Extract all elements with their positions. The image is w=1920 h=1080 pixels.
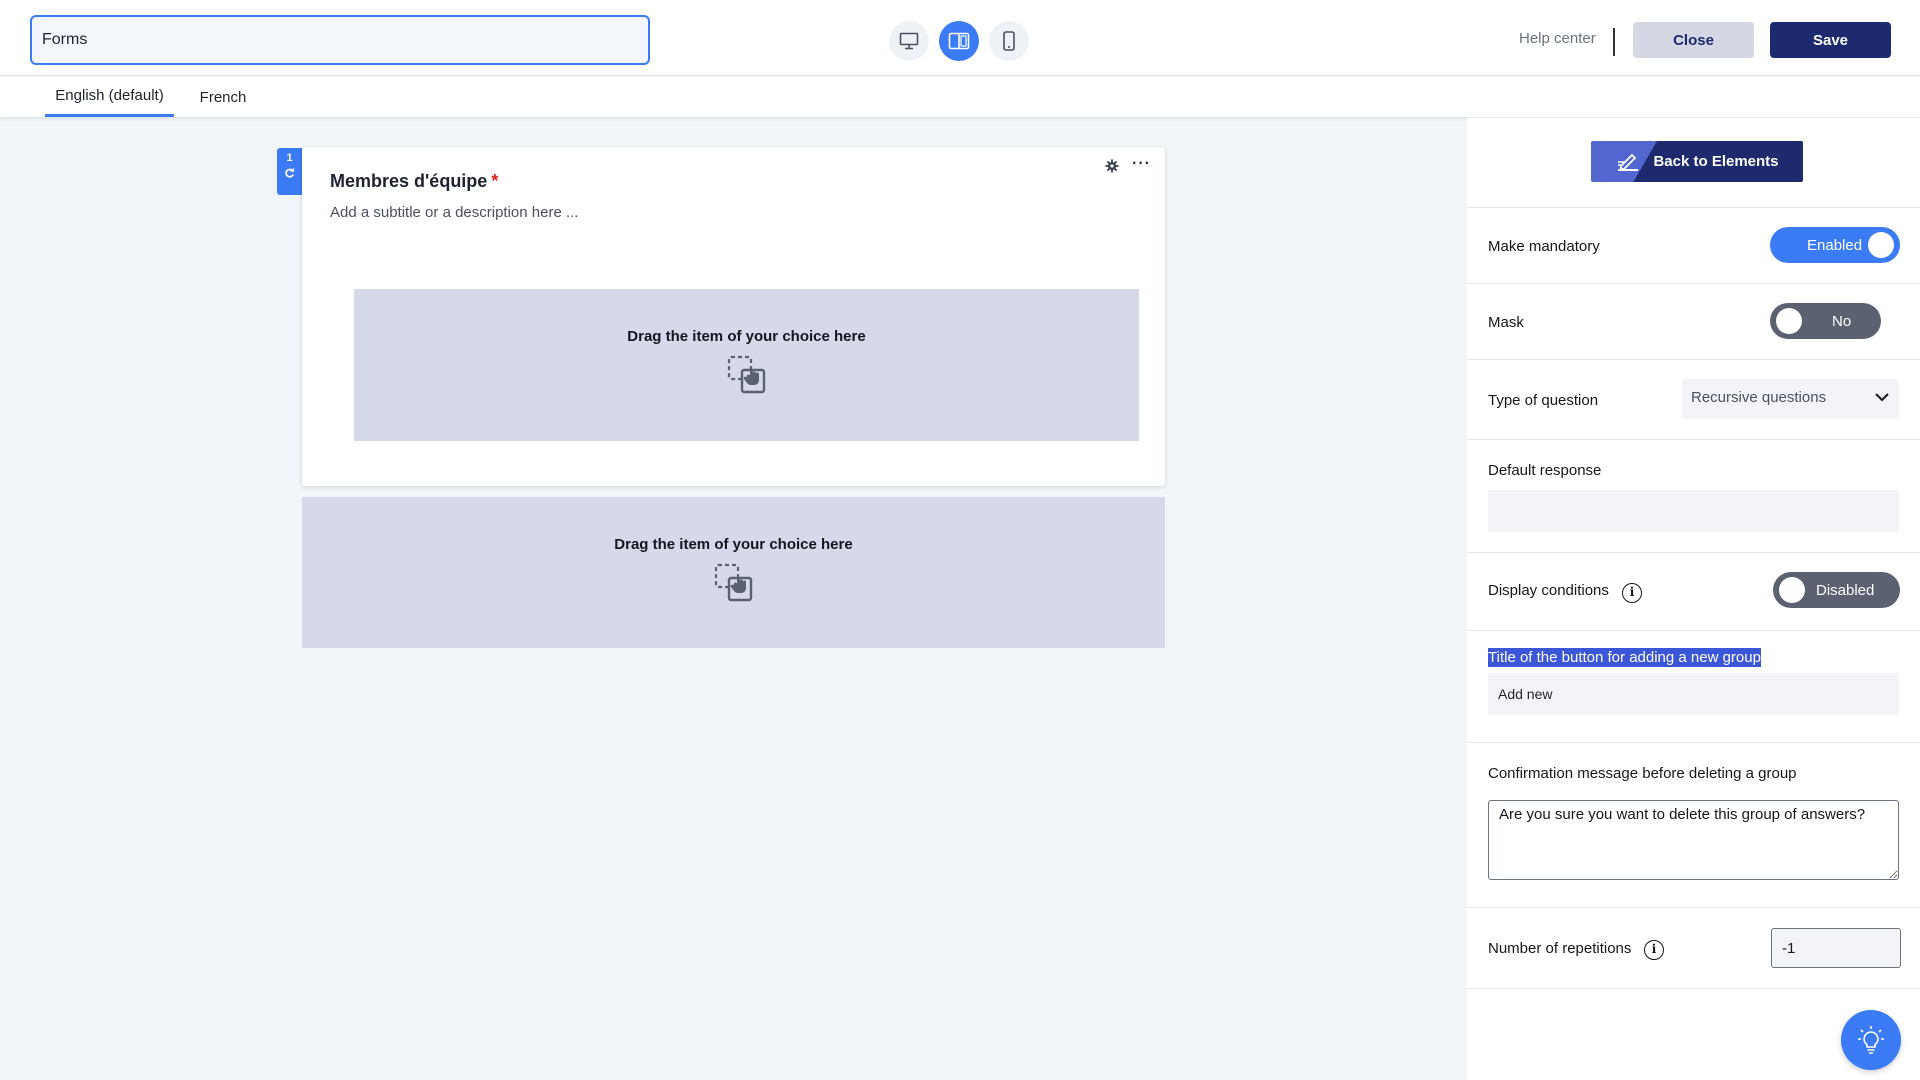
split-view-icon bbox=[948, 32, 970, 50]
toggle-knob bbox=[1868, 232, 1894, 258]
display-conditions-toggle[interactable]: Disabled bbox=[1773, 572, 1900, 608]
add-group-button-label: Title of the button for adding a new gro… bbox=[1488, 648, 1761, 667]
divider bbox=[1467, 988, 1920, 989]
make-mandatory-toggle[interactable]: Enabled bbox=[1770, 227, 1900, 263]
tips-button[interactable] bbox=[1841, 1010, 1901, 1070]
lightbulb-icon bbox=[1858, 1026, 1884, 1054]
split-view-button[interactable] bbox=[939, 21, 979, 61]
default-response-input[interactable] bbox=[1488, 490, 1899, 532]
type-of-question-select[interactable]: Recursive questions bbox=[1682, 379, 1899, 419]
select-value: Recursive questions bbox=[1691, 389, 1827, 406]
tab-english[interactable]: English (default) bbox=[45, 77, 174, 117]
default-response-label: Default response bbox=[1488, 462, 1602, 479]
chevron-down-icon bbox=[1875, 393, 1889, 402]
drag-drop-icon bbox=[727, 355, 765, 394]
mask-label: Mask bbox=[1488, 314, 1524, 331]
type-of-question-label: Type of question bbox=[1488, 392, 1599, 409]
desktop-view-button[interactable] bbox=[889, 21, 929, 61]
back-to-elements-button[interactable]: Back to Elements bbox=[1591, 141, 1803, 182]
more-options-icon[interactable]: ··· bbox=[1132, 155, 1151, 173]
help-center-link[interactable]: Help center bbox=[1519, 30, 1596, 47]
divider bbox=[1613, 28, 1615, 56]
question-subtitle[interactable]: Add a subtitle or a description here ... bbox=[330, 204, 578, 221]
repetitions-row: Number of repetitions i bbox=[1467, 907, 1920, 988]
mobile-icon bbox=[1003, 31, 1015, 51]
toggle-knob bbox=[1776, 308, 1802, 334]
info-icon[interactable]: i bbox=[1644, 940, 1664, 960]
save-button[interactable]: Save bbox=[1770, 22, 1891, 58]
gear-icon[interactable] bbox=[1105, 159, 1119, 173]
question-card[interactable]: Membres d'équipe * Add a subtitle or a de… bbox=[302, 147, 1165, 486]
default-response-row: Default response bbox=[1467, 439, 1920, 552]
mobile-view-button[interactable] bbox=[989, 21, 1029, 61]
tab-label: English (default) bbox=[55, 87, 164, 104]
repetitions-label: Number of repetitions bbox=[1488, 940, 1632, 957]
language-tabs: English (default) French bbox=[0, 77, 1920, 117]
toggle-state: No bbox=[1832, 313, 1852, 330]
back-to-elements-label: Back to Elements bbox=[1653, 153, 1779, 170]
add-group-button-input[interactable] bbox=[1488, 673, 1899, 715]
form-title-input[interactable] bbox=[30, 15, 650, 65]
required-mark: * bbox=[491, 171, 499, 191]
delete-confirmation-label: Confirmation message before deleting a g… bbox=[1488, 765, 1797, 782]
tab-label: French bbox=[199, 88, 247, 106]
drag-drop-icon bbox=[714, 563, 752, 602]
add-group-button-row: Title of the button for adding a new gro… bbox=[1467, 630, 1920, 742]
delete-confirmation-row: Confirmation message before deleting a g… bbox=[1467, 742, 1920, 907]
type-of-question-row: Type of question Recursive questions bbox=[1467, 359, 1920, 439]
desktop-icon bbox=[899, 32, 919, 50]
top-bar: Help center Close Save bbox=[0, 0, 1920, 76]
toggle-state: Enabled bbox=[1807, 237, 1863, 254]
display-conditions-row: Display conditions i Disabled bbox=[1467, 552, 1920, 630]
dropzone-text: Drag the item of your choice here bbox=[627, 328, 866, 345]
close-button[interactable]: Close bbox=[1633, 22, 1754, 58]
question-number: 1 bbox=[286, 152, 293, 164]
toggle-state: Disabled bbox=[1816, 582, 1875, 599]
repetitions-input[interactable] bbox=[1771, 928, 1901, 968]
question-title[interactable]: Membres d'équipe * bbox=[330, 171, 498, 192]
outer-dropzone[interactable]: Drag the item of your choice here bbox=[302, 497, 1165, 648]
info-icon[interactable]: i bbox=[1622, 583, 1642, 603]
question-number-badge[interactable]: 1 bbox=[277, 148, 302, 195]
properties-panel: Back to Elements Make mandatory Enabled … bbox=[1467, 118, 1920, 1080]
refresh-icon bbox=[285, 168, 295, 178]
delete-confirmation-textarea[interactable]: Are you sure you want to delete this gro… bbox=[1488, 800, 1899, 880]
tab-french[interactable]: French bbox=[190, 77, 256, 117]
mask-toggle[interactable]: No bbox=[1770, 303, 1881, 339]
make-mandatory-label: Make mandatory bbox=[1488, 238, 1600, 255]
make-mandatory-row: Make mandatory Enabled bbox=[1467, 207, 1920, 283]
mask-row: Mask No bbox=[1467, 283, 1920, 359]
display-conditions-label: Display conditions bbox=[1488, 582, 1609, 599]
question-title-text: Membres d'équipe bbox=[330, 171, 488, 191]
toggle-knob bbox=[1779, 577, 1805, 603]
inner-dropzone[interactable]: Drag the item of your choice here bbox=[354, 289, 1139, 441]
dropzone-text: Drag the item of your choice here bbox=[614, 536, 853, 553]
edit-icon bbox=[1618, 153, 1639, 171]
